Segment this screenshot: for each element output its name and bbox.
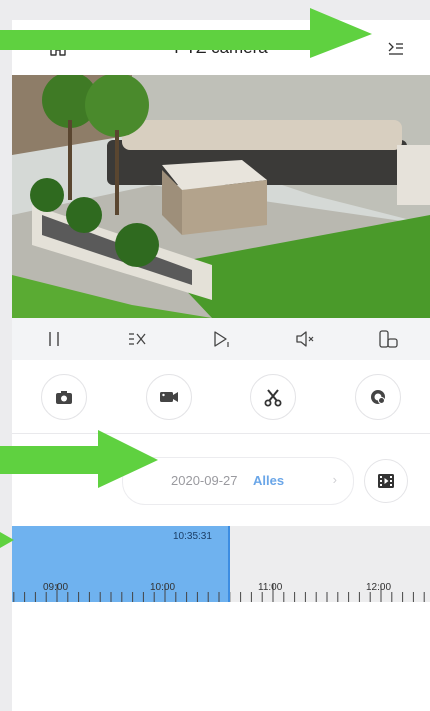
timeline-cursor[interactable] bbox=[228, 526, 230, 602]
clip-list-icon[interactable] bbox=[364, 459, 408, 503]
timeline-label: 09:00 bbox=[43, 582, 69, 593]
playback-timeline[interactable]: 10:35:31 09:00 10:00 11:00 12:00 bbox=[12, 526, 430, 602]
cloud-sync-icon[interactable] bbox=[354, 373, 401, 420]
event-filter[interactable]: Alles bbox=[253, 473, 284, 488]
selected-date: 2020-09-27 bbox=[171, 473, 238, 488]
annotation-arrow-middle bbox=[0, 430, 158, 488]
timeline-label: 10:00 bbox=[150, 582, 176, 593]
record-video-icon[interactable] bbox=[145, 373, 192, 420]
play-step-icon[interactable] bbox=[206, 324, 236, 354]
phone-rotate-icon[interactable] bbox=[373, 324, 403, 354]
app-screen: PTZ camera bbox=[12, 20, 430, 711]
annotation-arrow-left bbox=[0, 532, 14, 548]
scissors-icon[interactable] bbox=[250, 373, 297, 420]
camera-video-feed[interactable] bbox=[12, 75, 430, 318]
action-buttons bbox=[12, 360, 430, 434]
timeline-label: 12:00 bbox=[366, 582, 392, 593]
chevron-right-icon: › bbox=[332, 472, 337, 487]
pause-icon[interactable] bbox=[39, 324, 69, 354]
cursor-time: 10:35:31 bbox=[173, 531, 212, 542]
playback-controls bbox=[12, 318, 430, 360]
list-indent-icon[interactable] bbox=[384, 36, 408, 60]
mute-icon[interactable] bbox=[290, 324, 320, 354]
timeline-label: 11:00 bbox=[258, 582, 283, 593]
speed-x-icon[interactable] bbox=[122, 324, 152, 354]
annotation-arrow-top bbox=[0, 8, 372, 58]
snapshot-camera-icon[interactable] bbox=[41, 373, 88, 420]
